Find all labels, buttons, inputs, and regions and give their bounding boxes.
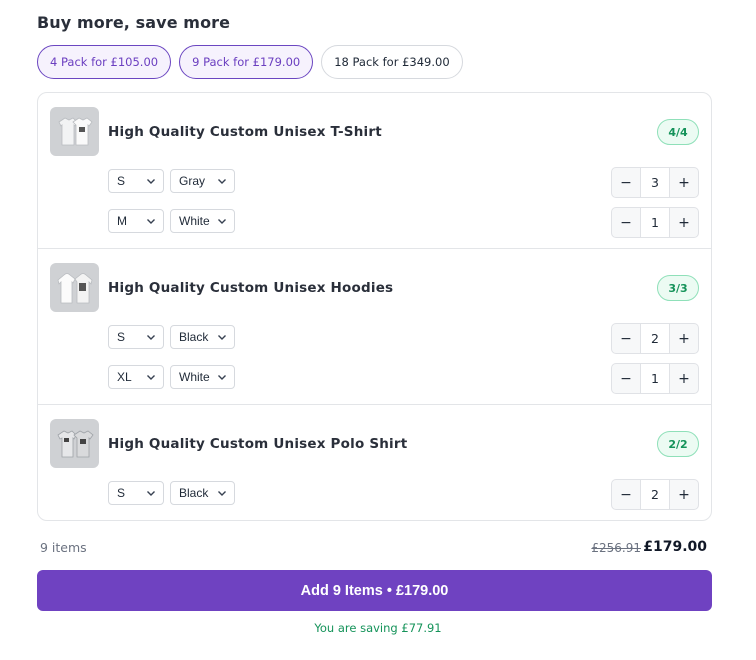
chevron-down-icon [218, 219, 226, 224]
variant-row: M White − 1 + [108, 207, 699, 238]
quantity-value[interactable]: 1 [640, 364, 670, 393]
variant-row: S Black − 2 + [108, 479, 699, 510]
pack-options: 4 Pack for £105.00 9 Pack for £179.00 18… [37, 45, 463, 79]
size-value: S [117, 486, 126, 500]
decrement-button[interactable]: − [612, 364, 640, 393]
bundle-price: £179.00 [643, 539, 707, 555]
size-value: S [117, 174, 126, 188]
size-select[interactable]: S [108, 481, 164, 505]
quantity-stepper: − 2 + [611, 479, 699, 510]
chevron-down-icon [218, 335, 226, 340]
size-value: M [117, 214, 127, 228]
chevron-down-icon [147, 375, 155, 380]
decrement-button[interactable]: − [612, 208, 640, 237]
chevron-down-icon [218, 491, 226, 496]
size-value: XL [117, 370, 132, 384]
size-select[interactable]: M [108, 209, 164, 233]
chevron-down-icon [147, 179, 155, 184]
decrement-button[interactable]: − [612, 168, 640, 197]
color-value: Gray [179, 174, 206, 188]
quantity-badge: 2/2 [657, 431, 699, 457]
product-polo-shirt: High Quality Custom Unisex Polo Shirt 2/… [38, 405, 711, 520]
pack-option-4[interactable]: 4 Pack for £105.00 [37, 45, 172, 79]
product-title: High Quality Custom Unisex Polo Shirt [108, 436, 408, 452]
chevron-down-icon [218, 375, 226, 380]
increment-button[interactable]: + [670, 364, 698, 393]
pack-option-18[interactable]: 18 Pack for £349.00 [321, 45, 463, 79]
decrement-button[interactable]: − [612, 324, 640, 353]
variant-row: XL White − 1 + [108, 363, 699, 394]
color-select[interactable]: White [170, 209, 235, 233]
tshirt-icon [50, 107, 99, 156]
bundle-card: High Quality Custom Unisex T-Shirt 4/4 S… [37, 92, 712, 521]
color-select[interactable]: Black [170, 325, 235, 349]
size-select[interactable]: S [108, 169, 164, 193]
product-title: High Quality Custom Unisex Hoodies [108, 280, 394, 296]
quantity-badge: 3/3 [657, 275, 699, 301]
items-count: 9 items [40, 540, 87, 555]
product-title: High Quality Custom Unisex T-Shirt [108, 124, 382, 140]
add-to-cart-button[interactable]: Add 9 Items • £179.00 [37, 570, 712, 611]
quantity-stepper: − 1 + [611, 207, 699, 238]
product-hoodie: High Quality Custom Unisex Hoodies 3/3 S… [38, 249, 711, 405]
quantity-value[interactable]: 3 [640, 168, 670, 197]
color-value: White [179, 370, 210, 384]
quantity-badge: 4/4 [657, 119, 699, 145]
chevron-down-icon [218, 179, 226, 184]
variant-row: S Black − 2 + [108, 323, 699, 354]
section-heading: Buy more, save more [37, 13, 231, 32]
quantity-value[interactable]: 1 [640, 208, 670, 237]
size-select[interactable]: S [108, 325, 164, 349]
size-select[interactable]: XL [108, 365, 164, 389]
hoodie-icon [50, 263, 99, 312]
quantity-value[interactable]: 2 [640, 480, 670, 509]
color-value: Black [179, 330, 209, 344]
polo-shirt-icon [50, 419, 99, 468]
color-select[interactable]: Gray [170, 169, 235, 193]
quantity-stepper: − 3 + [611, 167, 699, 198]
chevron-down-icon [147, 491, 155, 496]
increment-button[interactable]: + [670, 324, 698, 353]
pack-option-9[interactable]: 9 Pack for £179.00 [179, 45, 314, 79]
size-value: S [117, 330, 126, 344]
quantity-value[interactable]: 2 [640, 324, 670, 353]
color-select[interactable]: White [170, 365, 235, 389]
saving-message: You are saving £77.91 [314, 621, 442, 635]
quantity-stepper: − 2 + [611, 323, 699, 354]
chevron-down-icon [147, 219, 155, 224]
increment-button[interactable]: + [670, 168, 698, 197]
variant-row: S Gray − 3 + [108, 167, 699, 198]
original-price: £256.91 [591, 541, 641, 555]
decrement-button[interactable]: − [612, 480, 640, 509]
color-select[interactable]: Black [170, 481, 235, 505]
increment-button[interactable]: + [670, 480, 698, 509]
color-value: White [179, 214, 210, 228]
color-value: Black [179, 486, 209, 500]
chevron-down-icon [147, 335, 155, 340]
increment-button[interactable]: + [670, 208, 698, 237]
quantity-stepper: − 1 + [611, 363, 699, 394]
product-tshirt: High Quality Custom Unisex T-Shirt 4/4 S… [38, 93, 711, 249]
